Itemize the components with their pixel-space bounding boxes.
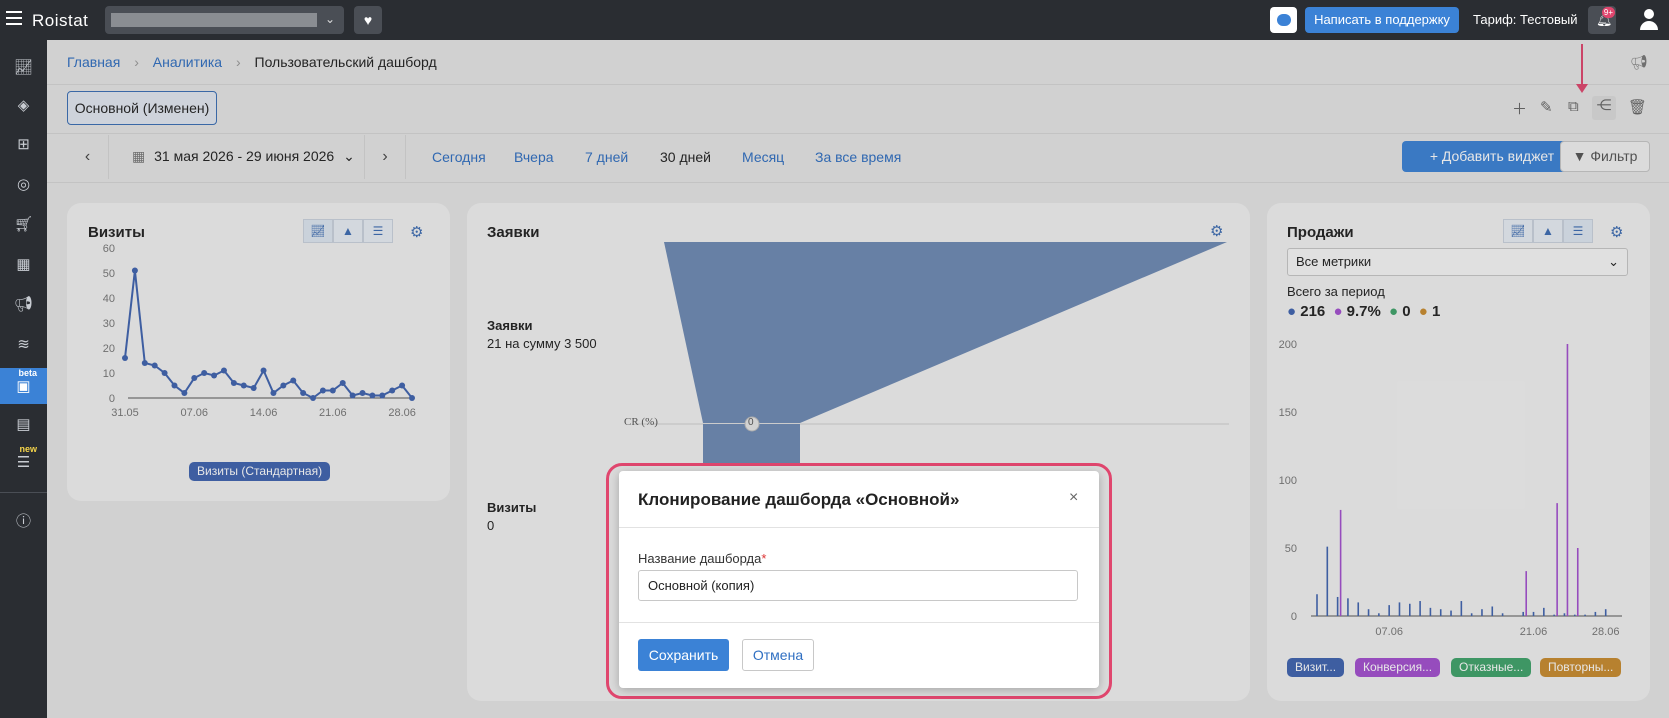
- sidebar-item-info[interactable]: ⓘ: [0, 502, 47, 538]
- sitemap-icon: ⊞: [17, 136, 30, 153]
- chevron-down-icon: ⌄: [324, 12, 335, 26]
- top-bar: Roistat ⌄ ♥ Написать в поддержку Тариф: …: [0, 0, 1669, 40]
- support-button[interactable]: Написать в поддержку: [1305, 7, 1459, 33]
- notification-badge: 9+: [1601, 7, 1615, 18]
- logo[interactable]: Roistat: [32, 11, 88, 31]
- cart-icon: 🛒︎: [13, 216, 34, 233]
- field-label-text: Название дашборда: [638, 551, 762, 566]
- sidebar-item-analytics[interactable]: 📈︎: [0, 49, 47, 85]
- megaphone-icon: 📢︎: [13, 296, 34, 313]
- project-select[interactable]: ⌄: [105, 6, 344, 34]
- sidebar-item-cart[interactable]: 🛒︎: [0, 206, 47, 242]
- info-icon: ⓘ: [15, 512, 31, 530]
- sidebar-item-sitemap[interactable]: ⊞: [0, 126, 47, 162]
- menu-icon[interactable]: [6, 11, 22, 25]
- sidebar-item-dashboard[interactable]: beta ▣: [0, 368, 47, 404]
- sidebar-item-calendar[interactable]: ▦: [0, 246, 47, 282]
- sidebar-item-money[interactable]: ◎: [0, 166, 47, 202]
- tariff-label[interactable]: Тариф: Тестовый: [1473, 12, 1578, 27]
- dashboard-icon: ▣: [16, 378, 31, 395]
- sidebar-item-list[interactable]: new ☰: [0, 444, 47, 480]
- chat-icon: ▤: [16, 416, 31, 433]
- close-icon[interactable]: ×: [1069, 489, 1078, 507]
- modal-title: Клонирование дашборда «Основной»: [638, 490, 960, 509]
- calendar-icon: ▦: [16, 256, 31, 273]
- health-icon[interactable]: ♥: [354, 6, 382, 34]
- sidebar: 📈︎ ◈ ⊞ ◎ 🛒︎ ▦ 📢︎ ≋ beta ▣ ▤ new ☰ ⓘ: [0, 40, 47, 718]
- list-icon: ☰: [16, 454, 31, 471]
- new-badge: new: [19, 444, 37, 454]
- notifications-button[interactable]: 🔔︎ 9+: [1588, 6, 1616, 34]
- cancel-button[interactable]: Отмена: [742, 639, 814, 671]
- analytics-icon: 📈︎: [13, 59, 34, 76]
- layers-icon: ≋: [17, 336, 30, 353]
- user-icon[interactable]: [1640, 9, 1658, 31]
- sidebar-item-layers-plus[interactable]: ◈: [0, 87, 47, 123]
- sidebar-item-chat[interactable]: ▤: [0, 406, 47, 442]
- money-icon: ◎: [16, 176, 31, 193]
- sidebar-item-layers[interactable]: ≋: [0, 326, 47, 362]
- required-marker: *: [761, 551, 767, 566]
- dashboard-name-input[interactable]: [638, 570, 1078, 601]
- layers-plus-icon: ◈: [17, 97, 30, 114]
- save-button[interactable]: Сохранить: [638, 639, 729, 671]
- field-label: Название дашборда*: [638, 551, 766, 566]
- clone-dashboard-modal: Клонирование дашборда «Основной» × Назва…: [619, 471, 1099, 688]
- beta-badge: beta: [18, 368, 37, 378]
- project-name-masked: [111, 13, 317, 27]
- sidebar-item-megaphone[interactable]: 📢︎: [0, 286, 47, 322]
- chat-icon[interactable]: [1270, 7, 1297, 33]
